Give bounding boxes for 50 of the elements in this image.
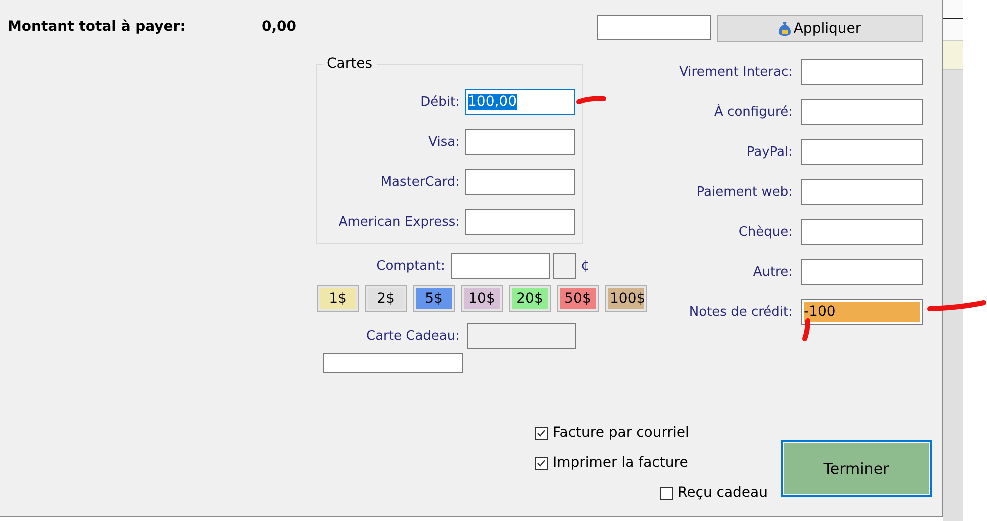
input-field[interactable]: 100,00 (465, 89, 575, 115)
checkbox[interactable] (535, 426, 548, 440)
annotation-stroke (802, 318, 810, 342)
total-label: Montant total à payer: (8, 19, 187, 37)
field-label: Comptant: (376, 258, 446, 274)
input-field[interactable] (801, 259, 923, 285)
field-label: Paiement web: (696, 184, 793, 200)
total-amount: 0,00 (262, 19, 297, 37)
input-field[interactable] (801, 179, 923, 205)
input-field[interactable] (465, 209, 575, 235)
cents-field[interactable] (553, 253, 576, 279)
checkbox[interactable] (535, 456, 548, 470)
input-field[interactable] (451, 253, 550, 279)
field-label: American Express: (338, 214, 460, 230)
bag-icon (778, 21, 791, 36)
annotation-stroke (928, 300, 986, 312)
input-field[interactable] (801, 99, 923, 125)
input-field[interactable] (801, 219, 923, 245)
bill-button[interactable]: 20$ (509, 285, 551, 312)
cents-symbol: ¢ (581, 258, 590, 274)
input-field[interactable] (323, 353, 463, 373)
field-label: Virement Interac: (678, 64, 793, 80)
field-label: Autre: (752, 264, 793, 280)
bill-button[interactable]: 1$ (317, 285, 359, 312)
field-label: Visa: (428, 134, 460, 150)
field-label: Débit: (420, 94, 460, 110)
bill-button[interactable]: 5$ (413, 285, 455, 312)
bill-button[interactable]: 10$ (461, 285, 503, 312)
bill-button[interactable]: 2$ (365, 285, 407, 312)
field-label: MasterCard: (380, 174, 460, 190)
field-label: Carte Cadeau: (366, 328, 460, 344)
input-field[interactable] (801, 139, 923, 165)
field-label: Chèque: (738, 224, 793, 240)
input-field[interactable] (465, 129, 575, 155)
checkbox-label: Reçu cadeau (678, 485, 768, 501)
checkbox-label: Facture par courriel (553, 425, 690, 441)
bill-button[interactable]: 100$ (605, 285, 647, 312)
input-field[interactable] (597, 15, 711, 40)
input-field[interactable] (465, 169, 575, 195)
input-field[interactable]: -100 (801, 299, 923, 325)
field-label: À configuré: (714, 104, 793, 120)
field-label: PayPal: (746, 144, 793, 160)
annotation-stroke (576, 96, 606, 104)
input-field[interactable] (801, 59, 923, 85)
bill-button[interactable]: 50$ (557, 285, 599, 312)
apply-button[interactable]: Appliquer (717, 15, 923, 42)
finish-button[interactable]: Terminer (781, 440, 932, 497)
checkbox-label: Imprimer la facture (553, 455, 688, 471)
checkbox[interactable] (660, 486, 674, 500)
field-label: Notes de crédit: (688, 304, 793, 320)
